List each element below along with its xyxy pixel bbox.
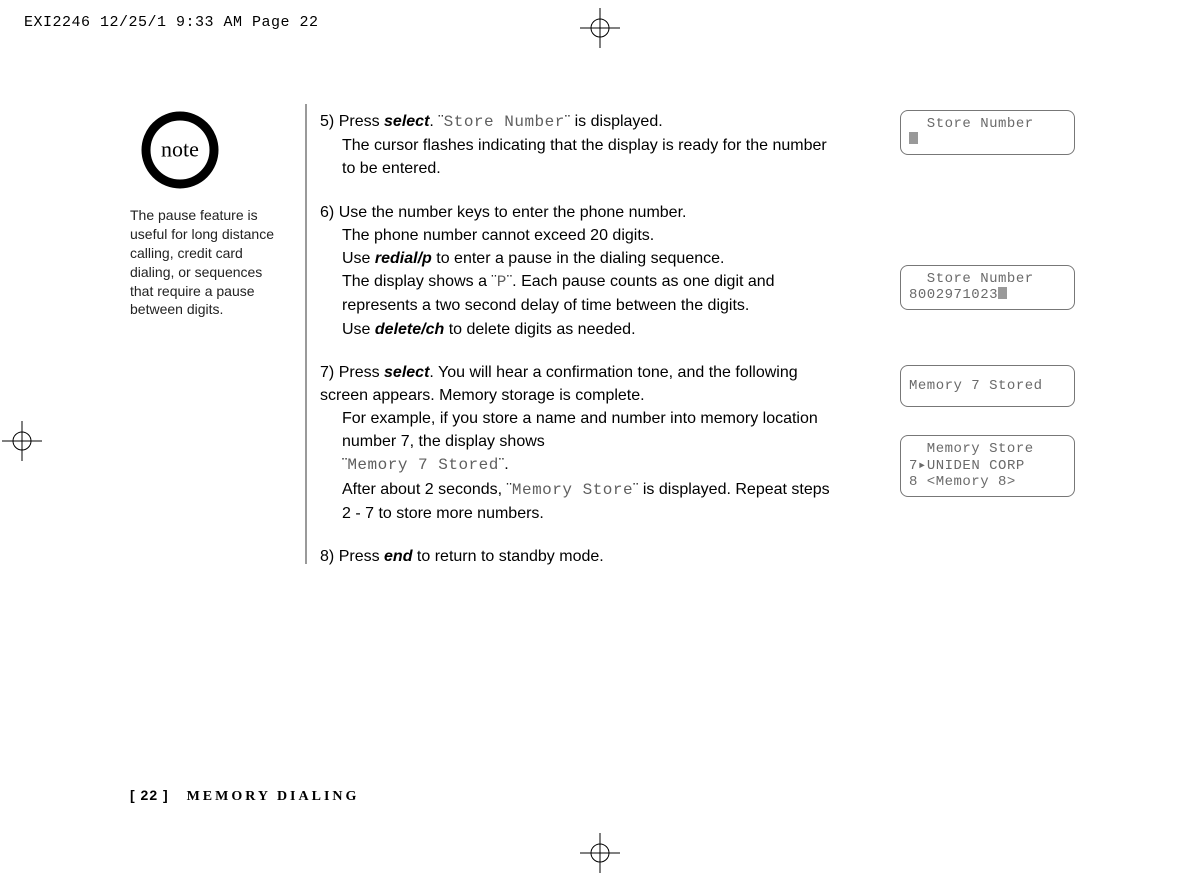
step-6: 6) Use the number keys to enter the phon… (320, 201, 830, 341)
lcd-screen-memory-stored: Memory 7 Stored (900, 365, 1075, 407)
step-7: 7) Press select. You will hear a confirm… (320, 361, 830, 525)
page-number: [ 22 ] (130, 787, 169, 803)
print-slug: EXI2246 12/25/1 9:33 AM Page 22 (24, 14, 319, 31)
step-5-detail: The cursor flashes indicating that the d… (320, 134, 830, 180)
key-select: select (384, 113, 429, 130)
page-content: note The pause feature is useful for lon… (130, 110, 1090, 810)
note-badge: note (140, 110, 220, 190)
key-delete-ch: delete/ch (375, 321, 444, 338)
instruction-steps: 5) Press select. ¨Store Number¨ is displ… (320, 110, 830, 588)
step-number: 6) (320, 204, 334, 221)
sidebar-note: note The pause feature is useful for lon… (130, 110, 285, 319)
key-end: end (384, 548, 412, 565)
section-title: MEMORY DIALING (187, 789, 360, 804)
step-number: 7) (320, 364, 334, 381)
lcd-text: Memory Store (512, 481, 633, 499)
step-8: 8) Press end to return to standby mode. (320, 545, 830, 568)
page-footer: [ 22 ] MEMORY DIALING (130, 787, 359, 805)
key-select: select (384, 364, 429, 381)
vertical-divider (305, 104, 307, 564)
lcd-text: Memory 7 Stored (347, 456, 499, 474)
lcd-screen-store-number-entered: Store Number 8002971023 (900, 265, 1075, 310)
step-number: 8) (320, 548, 334, 565)
lcd-text: Store Number (444, 113, 565, 131)
note-text: The pause feature is useful for long dis… (130, 206, 285, 319)
registration-mark-left (2, 421, 42, 461)
registration-mark-bottom (580, 833, 620, 873)
step-5: 5) Press select. ¨Store Number¨ is displ… (320, 110, 830, 181)
note-badge-label: note (161, 136, 199, 162)
cursor-icon (909, 132, 918, 144)
key-redial-p: redial/p (375, 250, 432, 267)
lcd-screen-memory-store-list: Memory Store 7▸UNIDEN CORP 8 <Memory 8> (900, 435, 1075, 496)
registration-mark-top (580, 8, 620, 48)
lcd-screen-store-number-empty: Store Number (900, 110, 1075, 155)
cursor-icon (998, 287, 1007, 299)
step-number: 5) (320, 113, 334, 130)
lcd-text: P (497, 273, 507, 291)
lcd-previews: Store Number Store Number 8002971023 Mem… (900, 110, 1075, 525)
